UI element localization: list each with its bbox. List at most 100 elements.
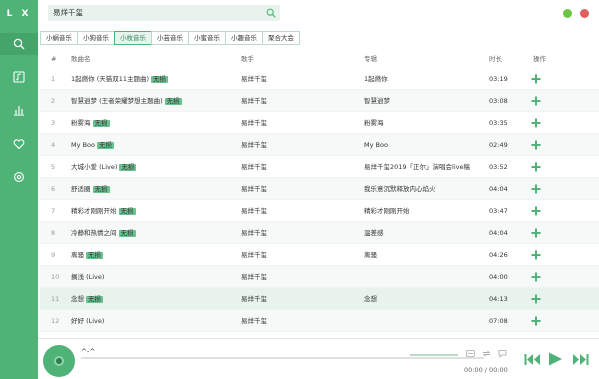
add-to-list-icon[interactable] [531, 272, 541, 282]
next-track-icon[interactable] [573, 353, 589, 366]
album-name: 易烊千玺2019「正尔」演唱会live稿 [364, 163, 470, 171]
row-number: 10 [51, 273, 60, 281]
song-title-cell: 1起燃你 (天猫双11主题曲) 无损 [71, 68, 169, 90]
tab-source-5[interactable]: 小蜜音乐 [188, 31, 226, 45]
quality-badge: 无损 [86, 250, 103, 259]
table-row[interactable]: 1 1起燃你 (天猫双11主题曲) 无损 易烊千玺 1起燃你 03:19 [40, 68, 599, 90]
album-name: 1起燃你 [364, 75, 388, 83]
artist-name: 易烊千玺 [241, 141, 267, 149]
table-row[interactable]: 11 念想 无损 易烊千玺 念想 04:13 [40, 288, 599, 310]
search-input[interactable]: 易烊千玺 [53, 5, 83, 21]
add-to-list-icon[interactable] [531, 74, 541, 84]
table-row[interactable]: 3 粉雾海 无损 易烊千玺 粉雾海 03:35 [40, 112, 599, 134]
quality-badge: 无损 [151, 74, 169, 83]
add-to-list-icon[interactable] [531, 184, 541, 194]
quality-badge: 无损 [92, 118, 110, 127]
search-icon[interactable] [266, 8, 276, 18]
table-row[interactable]: 5 大城小爱 (Live) 无损 易烊千玺 易烊千玺2019「正尔」演唱会live稿 03… [40, 156, 599, 178]
quality-badge: 无损 [119, 162, 137, 171]
album-name: 精彩才刚刚开始 [364, 207, 410, 215]
search-box[interactable]: 易烊千玺 [48, 5, 280, 21]
previous-track-icon[interactable] [524, 353, 540, 366]
header-actions: 操作 [533, 55, 546, 63]
loop-icon[interactable] [482, 349, 491, 358]
comment-icon[interactable] [498, 349, 507, 358]
duration: 03:35 [489, 119, 508, 127]
song-title-cell: 舒适圈 无损 [71, 178, 110, 200]
duration: 07:08 [489, 317, 508, 325]
quality-badge: 无损 [92, 184, 110, 193]
song-title: 冷静和热情之间 [71, 229, 117, 237]
gear-icon [14, 172, 24, 182]
tab-source-3[interactable]: 小枚音乐 [114, 31, 152, 45]
add-to-list-icon[interactable] [531, 140, 541, 150]
header-title: 歌曲名 [71, 55, 91, 63]
play-time: 00:00 / 00:00 [464, 366, 508, 374]
close-button[interactable] [580, 9, 589, 18]
add-to-list-icon[interactable] [531, 118, 541, 128]
table-row[interactable]: 2 智慧逍梦 (王者荣耀梦想主题曲) 无损 易烊千玺 智慧逍梦 03:08 [40, 90, 599, 112]
artist-name: 易烊千玺 [241, 295, 267, 303]
artist-name: 易烊千玺 [241, 317, 267, 325]
song-title: 1起燃你 (天猫双11主题曲) [71, 75, 150, 83]
sidebar-item-settings[interactable] [0, 166, 38, 188]
table-row[interactable]: 9 离骚 无损 易烊千玺 离骚 04:26 [40, 244, 599, 266]
tab-source-6[interactable]: 小趣音乐 [225, 31, 263, 45]
sidebar-item-search[interactable] [0, 33, 38, 55]
add-to-list-icon[interactable] [531, 250, 541, 260]
row-number: 5 [51, 163, 56, 171]
lyrics-icon[interactable] [466, 349, 475, 358]
row-number: 8 [51, 229, 56, 237]
song-title-cell: 冷静和热情之间 无损 [71, 222, 136, 244]
quality-badge: 无损 [164, 96, 182, 105]
song-title-cell: 搁浅 (Live) [71, 266, 104, 288]
table-row[interactable]: 12 好好 (Live) 易烊千玺 07:08 [40, 310, 599, 332]
volume-slider[interactable] [410, 354, 458, 356]
sidebar-item-favorites[interactable] [0, 133, 38, 155]
duration: 04:26 [489, 251, 508, 259]
song-title: 舒适圈 [71, 185, 91, 193]
table-row[interactable]: 6 舒适圈 无损 易烊千玺 我乐意沉默释放内心焰火 04:04 [40, 178, 599, 200]
artist-name: 易烊千玺 [241, 229, 267, 237]
song-title: My Boo [71, 141, 95, 149]
row-number: 1 [51, 75, 56, 83]
duration: 02:49 [489, 141, 508, 149]
song-title-cell: 智慧逍梦 (王者荣耀梦想主题曲) 无损 [71, 90, 182, 112]
album-cover[interactable] [43, 345, 75, 377]
progress-bar[interactable] [81, 357, 484, 359]
add-to-list-icon[interactable] [531, 96, 541, 106]
row-number: 4 [51, 141, 56, 149]
artist-name: 易烊千玺 [241, 273, 267, 281]
sidebar-item-songlist[interactable] [0, 66, 38, 88]
play-icon[interactable] [548, 352, 563, 366]
bar-chart-icon [14, 106, 24, 116]
song-title: 大城小爱 (Live) [71, 163, 118, 171]
duration: 04:13 [489, 295, 508, 303]
table-row[interactable]: 7 精彩才刚刚开始 无损 易烊千玺 精彩才刚刚开始 03:47 [40, 200, 599, 222]
song-title-cell: 念想 无损 [71, 288, 103, 310]
duration: 04:00 [489, 273, 508, 281]
album-name: 离骚 [364, 251, 377, 259]
table-row[interactable]: 8 冷静和热情之间 无损 易烊千玺 温差感 04:04 [40, 222, 599, 244]
add-to-list-icon[interactable] [531, 162, 541, 172]
tab-source-4[interactable]: 小芸音乐 [151, 31, 189, 45]
table-row[interactable]: 10 搁浅 (Live) 易烊千玺 04:00 [40, 266, 599, 288]
app-logo: L X [6, 9, 32, 19]
music-note-icon [13, 71, 25, 83]
sidebar-item-leaderboard[interactable] [0, 99, 38, 121]
add-to-list-icon[interactable] [531, 316, 541, 326]
add-to-list-icon[interactable] [531, 206, 541, 216]
table-row[interactable]: 4 My Boo 无损 易烊千玺 My Boo 02:49 [40, 134, 599, 156]
source-tabs: 小蜗音乐 小狗音乐 小枚音乐 小芸音乐 小蜜音乐 小趣音乐 聚合大会 [40, 31, 300, 45]
minimize-button[interactable] [563, 9, 572, 18]
quality-badge: 无损 [118, 206, 136, 215]
add-to-list-icon[interactable] [531, 294, 541, 304]
song-title-cell: My Boo 无损 [71, 134, 114, 156]
tab-source-7[interactable]: 聚合大会 [262, 31, 300, 45]
song-title-cell: 离骚 无损 [71, 244, 103, 266]
tab-source-2[interactable]: 小狗音乐 [77, 31, 115, 45]
tab-source-1[interactable]: 小蜗音乐 [40, 31, 78, 45]
artist-name: 易烊千玺 [241, 251, 267, 259]
duration: 03:19 [489, 75, 508, 83]
add-to-list-icon[interactable] [531, 228, 541, 238]
